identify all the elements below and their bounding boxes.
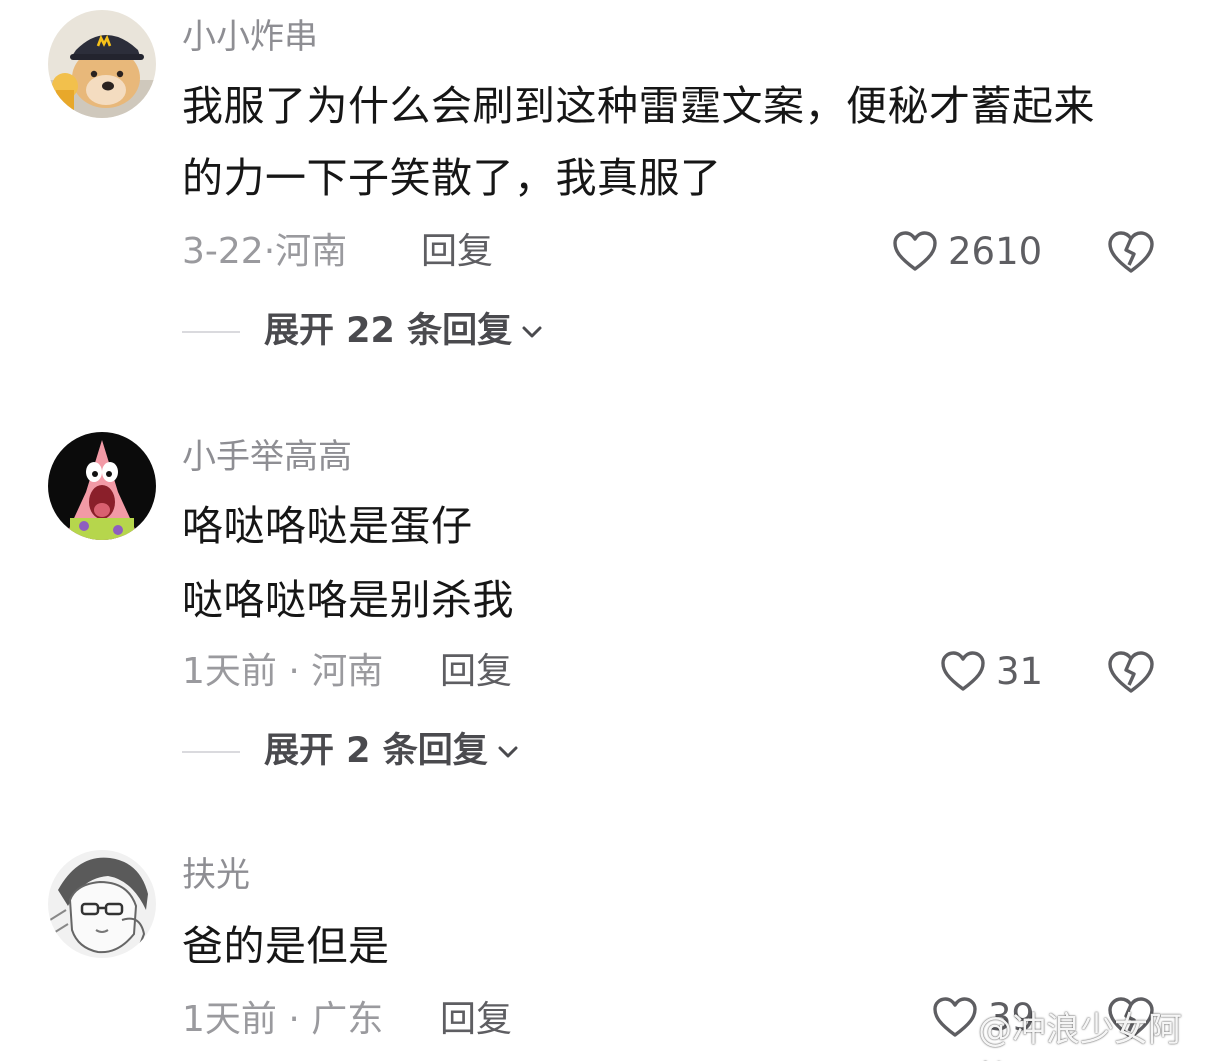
comment-date: 1天前 <box>182 999 277 1040</box>
user-avatar[interactable] <box>48 10 156 118</box>
weibo-watermark: @冲浪少女阿怡 <box>930 1002 1206 1061</box>
comment-location: 河南 <box>311 651 384 692</box>
weibo-logo-icon <box>931 1038 972 1061</box>
dog-with-cap-avatar-icon <box>48 10 156 118</box>
comment-meta: 1天前 · 广东 <box>182 1002 383 1038</box>
meta-separator: · <box>276 999 312 1040</box>
meta-separator: · <box>263 231 276 272</box>
like-button[interactable]: 31 <box>940 650 1043 692</box>
comment-text-line: 我服了为什么会刷到这种雷霆文案，便秘才蓄起来 <box>182 82 1095 130</box>
user-avatar[interactable] <box>48 850 156 958</box>
expand-divider <box>182 750 240 753</box>
patrick-star-avatar-icon <box>48 432 156 540</box>
heart-icon <box>941 651 985 691</box>
reply-button[interactable]: 回复 <box>421 234 493 270</box>
broken-heart-icon[interactable] <box>1107 230 1155 274</box>
comment-text-line: 爸的是但是 <box>182 922 390 970</box>
like-button[interactable]: 2610 <box>892 230 1042 272</box>
reply-button[interactable]: 回复 <box>440 654 512 690</box>
reply-button[interactable]: 回复 <box>440 1002 512 1038</box>
comment-username[interactable]: 小小炸串 <box>182 20 318 54</box>
chevron-down-icon <box>498 746 518 757</box>
like-count: 2610 <box>948 229 1043 273</box>
watermark-text: @冲浪少女阿怡 <box>978 1010 1183 1061</box>
comment-date: 1天前 <box>182 651 277 692</box>
comment-username[interactable]: 扶光 <box>182 858 250 892</box>
expand-divider <box>182 330 240 333</box>
comment-meta: 3-22·河南 <box>182 234 347 270</box>
comment-list: 小小炸串 我服了为什么会刷到这种雷霆文案，便秘才蓄起来 的力一下子笑散了，我真服… <box>0 0 1206 1061</box>
chevron-down-icon <box>522 326 542 337</box>
comment-text-line: 咯哒咯哒是蛋仔 <box>182 502 473 550</box>
expand-replies-button[interactable]: 展开 2 条回复 <box>182 734 520 769</box>
comment-text-line: 的力一下子笑散了，我真服了 <box>182 154 722 202</box>
meta-separator: · <box>276 651 312 692</box>
comment-username[interactable]: 小手举高高 <box>182 440 352 474</box>
comment-meta: 1天前 · 河南 <box>182 654 383 690</box>
heart-icon <box>893 231 937 271</box>
anime-sketch-avatar-icon <box>48 850 156 958</box>
expand-replies-label: 展开 2 条回复 <box>264 731 488 771</box>
expand-replies-label: 展开 22 条回复 <box>264 311 513 351</box>
user-avatar[interactable] <box>48 432 156 540</box>
comment-location: 河南 <box>275 231 348 272</box>
comment-date: 3-22 <box>182 231 264 272</box>
broken-heart-icon[interactable] <box>1107 650 1155 694</box>
like-count: 31 <box>996 649 1044 693</box>
comment-text-line: 哒咯哒咯是别杀我 <box>182 576 514 624</box>
expand-replies-button[interactable]: 展开 22 条回复 <box>182 314 544 349</box>
comment-location: 广东 <box>311 999 384 1040</box>
